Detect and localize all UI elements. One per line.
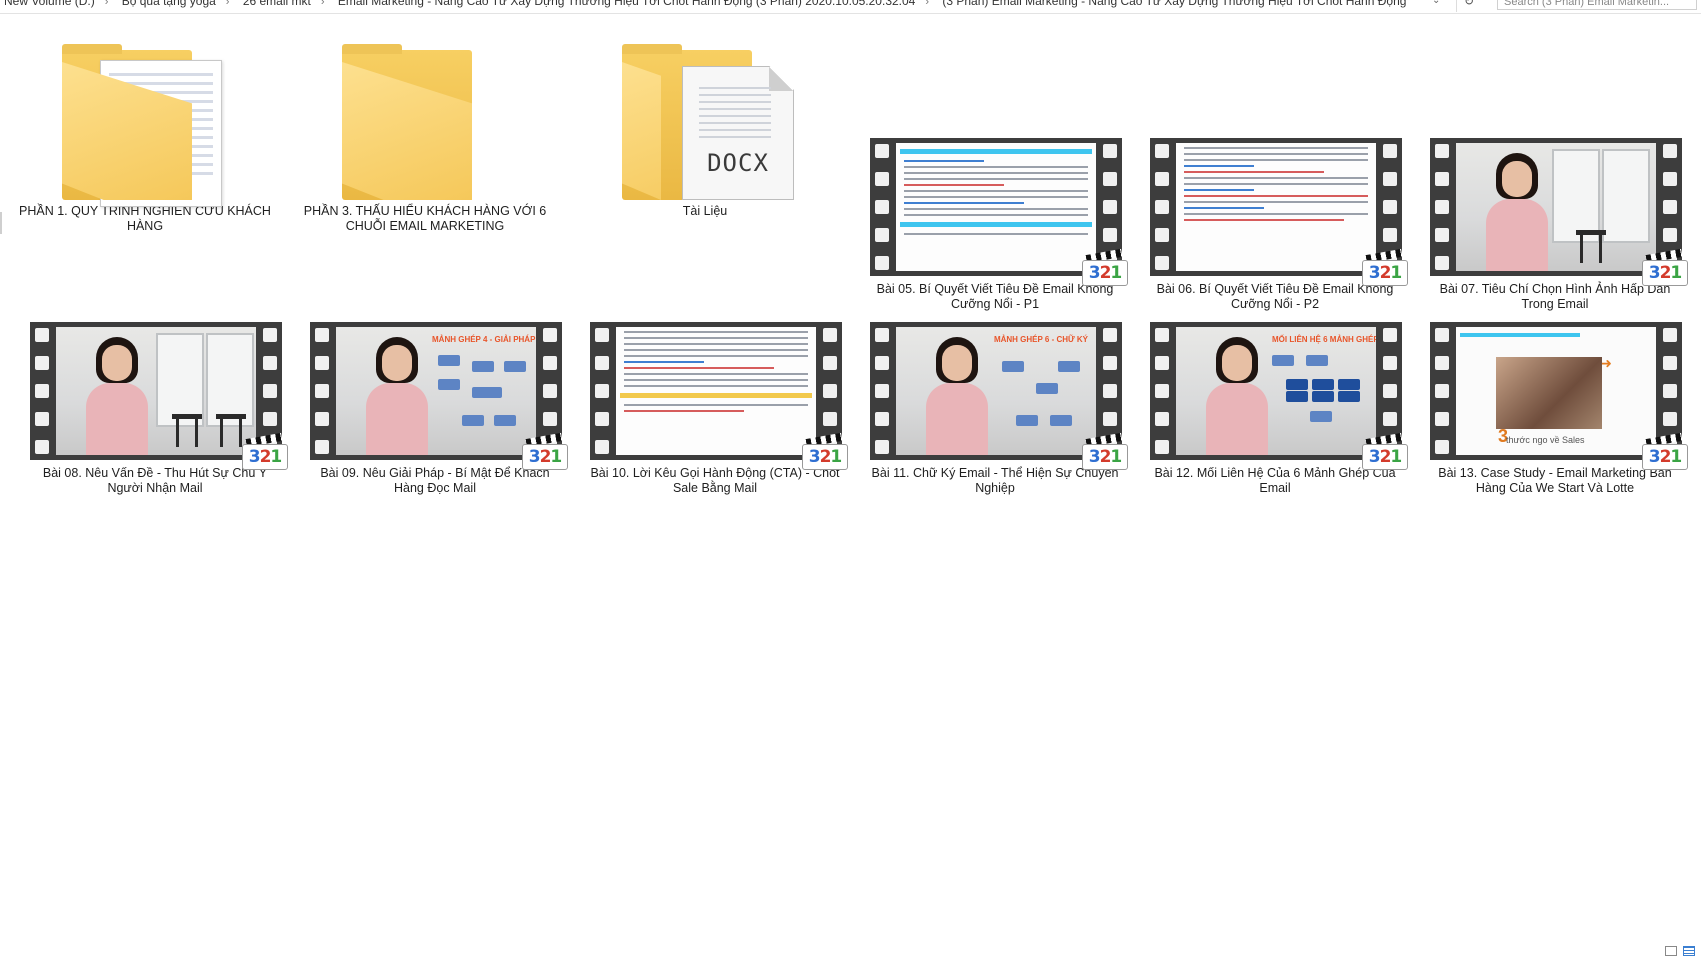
file-item-video-bai-13[interactable]: ➜ 3 thước ngo về Sales 321 Bài 13. Case … <box>1420 322 1690 496</box>
file-name: Bài 07. Tiêu Chí Chọn Hình Ảnh Hấp Dẫn T… <box>1439 282 1671 311</box>
folder-icon <box>290 44 560 200</box>
video-thumbnail: ➜ 3 thước ngo về Sales 321 <box>1420 322 1690 470</box>
breadcrumb-item-drive[interactable]: New Volume (D:) <box>0 0 99 8</box>
file-item-video-bai-12[interactable]: MỐI LIÊN HỆ 6 MẢNH GHÉP 321 Bài 12. Mối … <box>1140 322 1410 496</box>
video-thumbnail: MẢNH GHÉP 6 - CHỮ KÝ 321 <box>860 322 1130 470</box>
breadcrumb-item-course-archive[interactable]: Email Marketing - Nâng Cao Từ Xây Dựng T… <box>334 0 920 8</box>
file-item-video-bai-10[interactable]: 321 Bài 10. Lời Kêu Gọi Hành Động (CTA) … <box>580 322 850 496</box>
file-item-video-bai-09[interactable]: MẢNH GHÉP 4 - GIẢI PHÁP 321 Bài 09. Nêu … <box>300 322 570 496</box>
breadcrumb-item-email-mkt[interactable]: 26 email mkt <box>239 0 315 8</box>
folder-icon: DOCX <box>570 44 840 200</box>
file-item-folder-phan-3[interactable]: PHẦN 3. THẤU HIỂU KHÁCH HÀNG VỚI 6 CHUỖI… <box>290 44 560 234</box>
media-player-321-icon: 321 <box>1642 432 1688 470</box>
media-player-321-icon: 321 <box>802 432 848 470</box>
chevron-right-icon: › <box>225 0 230 8</box>
view-toggle-group <box>1665 946 1695 956</box>
file-name: Bài 13. Case Study - Email Marketing Bán… <box>1438 466 1672 495</box>
media-player-321-icon: 321 <box>1642 248 1688 286</box>
file-name: Bài 11. Chữ Ký Email - Thể Hiện Sự Chuyê… <box>871 466 1119 495</box>
chevron-down-icon[interactable]: ⌄ <box>1432 0 1440 6</box>
file-item-video-bai-05[interactable]: 321 Bài 05. Bí Quyết Viết Tiêu Đề Email … <box>860 138 1130 312</box>
video-thumbnail: 321 <box>860 138 1130 286</box>
video-thumbnail: 321 <box>580 322 850 470</box>
media-player-321-icon: 321 <box>1082 432 1128 470</box>
chevron-right-icon: › <box>320 0 325 8</box>
file-name: PHẦN 1. QUY TRÌNH NGHIÊN CỨU KHÁCH HÀNG <box>19 204 271 233</box>
details-view-icon[interactable] <box>1665 946 1677 956</box>
media-player-321-icon: 321 <box>522 432 568 470</box>
media-player-321-icon: 321 <box>1082 248 1128 286</box>
media-player-321-icon: 321 <box>242 432 288 470</box>
file-item-video-bai-07[interactable]: 321 Bài 07. Tiêu Chí Chọn Hình Ảnh Hấp D… <box>1420 138 1690 312</box>
breadcrumb: New Volume (D:) › Bộ quà tặng yoga › 26 em… <box>0 0 1420 10</box>
breadcrumb-item-current[interactable]: (3 Phần) Email Marketing - Nâng Cao Từ X… <box>938 0 1410 8</box>
file-item-video-bai-08[interactable]: 321 Bài 08. Nêu Vấn Đề - Thu Hút Sự Chú … <box>20 322 290 496</box>
video-thumbnail: MẢNH GHÉP 4 - GIẢI PHÁP 321 <box>300 322 570 470</box>
search-input[interactable]: Search (3 Phần) Email Marketin... <box>1497 0 1697 10</box>
chevron-right-icon: › <box>104 0 109 8</box>
large-icons-view-icon[interactable] <box>1683 946 1695 956</box>
video-thumbnail: 321 <box>20 322 290 470</box>
file-item-video-bai-06[interactable]: 321 Bài 06. Bí Quyết Viết Tiêu Đề Email … <box>1140 138 1410 312</box>
file-name: Tài Liệu <box>682 204 728 218</box>
video-thumbnail: 321 <box>1420 138 1690 286</box>
file-item-folder-phan-1[interactable]: PHẦN 1. QUY TRÌNH NGHIÊN CỨU KHÁCH HÀNG <box>10 44 280 234</box>
file-name: Bài 10. Lời Kêu Gọi Hành Động (CTA) - Ch… <box>590 466 840 495</box>
file-name: Bài 06. Bí Quyết Viết Tiêu Đề Email Khôn… <box>1156 282 1394 311</box>
file-item-folder-tai-lieu[interactable]: DOCX Tài Liệu <box>570 44 840 219</box>
pane-resize-handle[interactable] <box>0 212 2 234</box>
chevron-right-icon: › <box>925 0 930 8</box>
media-player-321-icon: 321 <box>1362 432 1408 470</box>
folder-icon <box>10 44 280 207</box>
file-name: Bài 12. Mối Liên Hệ Của 6 Mảnh Ghép Của … <box>1154 466 1396 495</box>
file-item-video-bai-11[interactable]: MẢNH GHÉP 6 - CHỮ KÝ 321 Bài 11. Chữ Ký … <box>860 322 1130 496</box>
docx-file-icon: DOCX <box>682 66 794 200</box>
breadcrumb-item-yoga[interactable]: Bộ quà tặng yoga <box>118 0 220 8</box>
media-player-321-icon: 321 <box>1362 248 1408 286</box>
file-name: PHẦN 3. THẤU HIỂU KHÁCH HÀNG VỚI 6 CHUỖI… <box>303 204 547 233</box>
file-name: Bài 05. Bí Quyết Viết Tiêu Đề Email Khôn… <box>876 282 1114 311</box>
video-thumbnail: MỐI LIÊN HỆ 6 MẢNH GHÉP 321 <box>1140 322 1410 470</box>
video-thumbnail: 321 <box>1140 138 1410 286</box>
address-bar: New Volume (D:) › Bộ quà tặng yoga › 26 em… <box>0 0 1701 14</box>
refresh-icon[interactable]: ↻ <box>1456 0 1481 12</box>
file-name: Bài 08. Nêu Vấn Đề - Thu Hút Sự Chú Ý Ng… <box>42 466 268 495</box>
file-name: Bài 09. Nêu Giải Pháp - Bí Mật Để Khách … <box>320 466 550 495</box>
